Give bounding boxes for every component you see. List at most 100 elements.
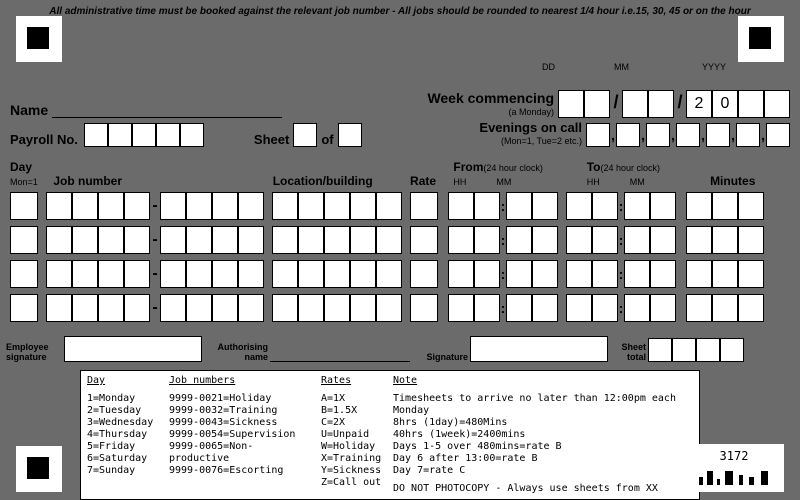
job-b-2[interactable] xyxy=(212,294,238,322)
min-1[interactable] xyxy=(712,226,738,254)
job-a-2[interactable] xyxy=(98,192,124,220)
job-b-0[interactable] xyxy=(160,260,186,288)
employee-signature-field[interactable] xyxy=(64,336,202,362)
sheet-num[interactable] xyxy=(293,123,317,147)
payroll-4[interactable] xyxy=(156,123,180,147)
from-h1[interactable] xyxy=(448,192,474,220)
day-box[interactable] xyxy=(10,294,38,322)
job-a-2[interactable] xyxy=(98,294,124,322)
job-a-1[interactable] xyxy=(72,192,98,220)
to-m1[interactable] xyxy=(624,192,650,220)
evening-1[interactable] xyxy=(586,123,610,147)
evening-6[interactable] xyxy=(736,123,760,147)
from-m2[interactable] xyxy=(532,294,558,322)
loc-0[interactable] xyxy=(272,192,298,220)
job-b-2[interactable] xyxy=(212,226,238,254)
loc-4[interactable] xyxy=(376,226,402,254)
payroll-1[interactable] xyxy=(84,123,108,147)
job-a-1[interactable] xyxy=(72,260,98,288)
min-2[interactable] xyxy=(738,294,764,322)
loc-2[interactable] xyxy=(324,226,350,254)
loc-4[interactable] xyxy=(376,294,402,322)
job-b-1[interactable] xyxy=(186,226,212,254)
min-1[interactable] xyxy=(712,294,738,322)
signature-field[interactable] xyxy=(470,336,608,362)
min-1[interactable] xyxy=(712,192,738,220)
evening-4[interactable] xyxy=(676,123,700,147)
total-3[interactable] xyxy=(696,338,720,362)
job-b-0[interactable] xyxy=(160,192,186,220)
job-a-2[interactable] xyxy=(98,226,124,254)
date-y3[interactable] xyxy=(738,90,764,118)
to-m1[interactable] xyxy=(624,294,650,322)
loc-1[interactable] xyxy=(298,226,324,254)
day-box[interactable] xyxy=(10,192,38,220)
payroll-3[interactable] xyxy=(132,123,156,147)
total-4[interactable] xyxy=(720,338,744,362)
date-mm-2[interactable] xyxy=(648,90,674,118)
loc-3[interactable] xyxy=(350,260,376,288)
min-0[interactable] xyxy=(686,294,712,322)
min-0[interactable] xyxy=(686,260,712,288)
job-a-3[interactable] xyxy=(124,260,150,288)
loc-4[interactable] xyxy=(376,260,402,288)
from-h1[interactable] xyxy=(448,226,474,254)
from-m2[interactable] xyxy=(532,192,558,220)
job-a-3[interactable] xyxy=(124,226,150,254)
min-0[interactable] xyxy=(686,226,712,254)
job-a-0[interactable] xyxy=(46,294,72,322)
payroll-5[interactable] xyxy=(180,123,204,147)
loc-2[interactable] xyxy=(324,294,350,322)
date-mm-1[interactable] xyxy=(622,90,648,118)
job-b-3[interactable] xyxy=(238,192,264,220)
job-a-2[interactable] xyxy=(98,260,124,288)
from-h2[interactable] xyxy=(474,226,500,254)
min-0[interactable] xyxy=(686,192,712,220)
to-h1[interactable] xyxy=(566,192,592,220)
job-b-0[interactable] xyxy=(160,226,186,254)
job-a-0[interactable] xyxy=(46,192,72,220)
to-h2[interactable] xyxy=(592,226,618,254)
loc-3[interactable] xyxy=(350,226,376,254)
loc-0[interactable] xyxy=(272,260,298,288)
to-h2[interactable] xyxy=(592,294,618,322)
loc-0[interactable] xyxy=(272,294,298,322)
job-b-3[interactable] xyxy=(238,226,264,254)
job-a-3[interactable] xyxy=(124,294,150,322)
rate-box[interactable] xyxy=(410,226,438,254)
to-h2[interactable] xyxy=(592,260,618,288)
loc-2[interactable] xyxy=(324,260,350,288)
date-y2[interactable]: 0 xyxy=(712,90,738,118)
from-h1[interactable] xyxy=(448,260,474,288)
job-a-0[interactable] xyxy=(46,260,72,288)
job-b-1[interactable] xyxy=(186,192,212,220)
job-a-3[interactable] xyxy=(124,192,150,220)
min-2[interactable] xyxy=(738,192,764,220)
total-2[interactable] xyxy=(672,338,696,362)
sheet-of[interactable] xyxy=(338,123,362,147)
from-m2[interactable] xyxy=(532,226,558,254)
date-dd-1[interactable] xyxy=(558,90,584,118)
rate-box[interactable] xyxy=(410,192,438,220)
authorising-name-field[interactable] xyxy=(270,348,410,362)
loc-3[interactable] xyxy=(350,192,376,220)
loc-0[interactable] xyxy=(272,226,298,254)
evening-5[interactable] xyxy=(706,123,730,147)
evening-7[interactable] xyxy=(766,123,790,147)
loc-1[interactable] xyxy=(298,294,324,322)
to-m2[interactable] xyxy=(650,294,676,322)
to-m1[interactable] xyxy=(624,226,650,254)
job-b-3[interactable] xyxy=(238,294,264,322)
date-dd-2[interactable] xyxy=(584,90,610,118)
job-b-2[interactable] xyxy=(212,192,238,220)
rate-box[interactable] xyxy=(410,294,438,322)
from-h2[interactable] xyxy=(474,260,500,288)
loc-4[interactable] xyxy=(376,192,402,220)
to-h2[interactable] xyxy=(592,192,618,220)
from-m1[interactable] xyxy=(506,260,532,288)
evening-3[interactable] xyxy=(646,123,670,147)
to-m2[interactable] xyxy=(650,260,676,288)
job-a-1[interactable] xyxy=(72,226,98,254)
from-m2[interactable] xyxy=(532,260,558,288)
to-m2[interactable] xyxy=(650,226,676,254)
